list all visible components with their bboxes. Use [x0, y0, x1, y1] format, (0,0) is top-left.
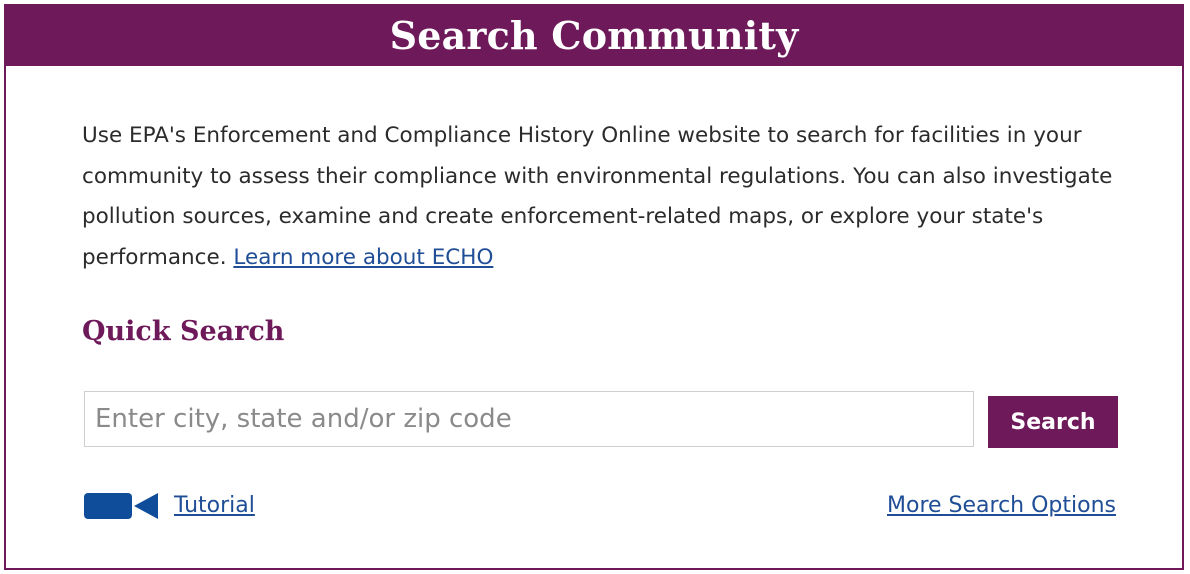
tutorial-link-label[interactable]: Tutorial	[174, 490, 255, 522]
video-camera-icon	[84, 493, 158, 519]
search-button[interactable]: Search	[988, 396, 1118, 448]
tutorial-link[interactable]: Tutorial	[84, 490, 255, 522]
location-search-input[interactable]	[84, 391, 974, 447]
quick-search-heading: Quick Search	[82, 316, 285, 347]
panel-header: Search Community	[6, 6, 1182, 66]
learn-more-link[interactable]: Learn more about ECHO	[233, 245, 493, 270]
more-search-options-link[interactable]: More Search Options	[887, 490, 1116, 522]
search-community-panel: Search Community Use EPA's Enforcement a…	[4, 4, 1184, 570]
panel-title: Search Community	[389, 13, 799, 58]
description: Use EPA's Enforcement and Compliance His…	[82, 116, 1142, 278]
